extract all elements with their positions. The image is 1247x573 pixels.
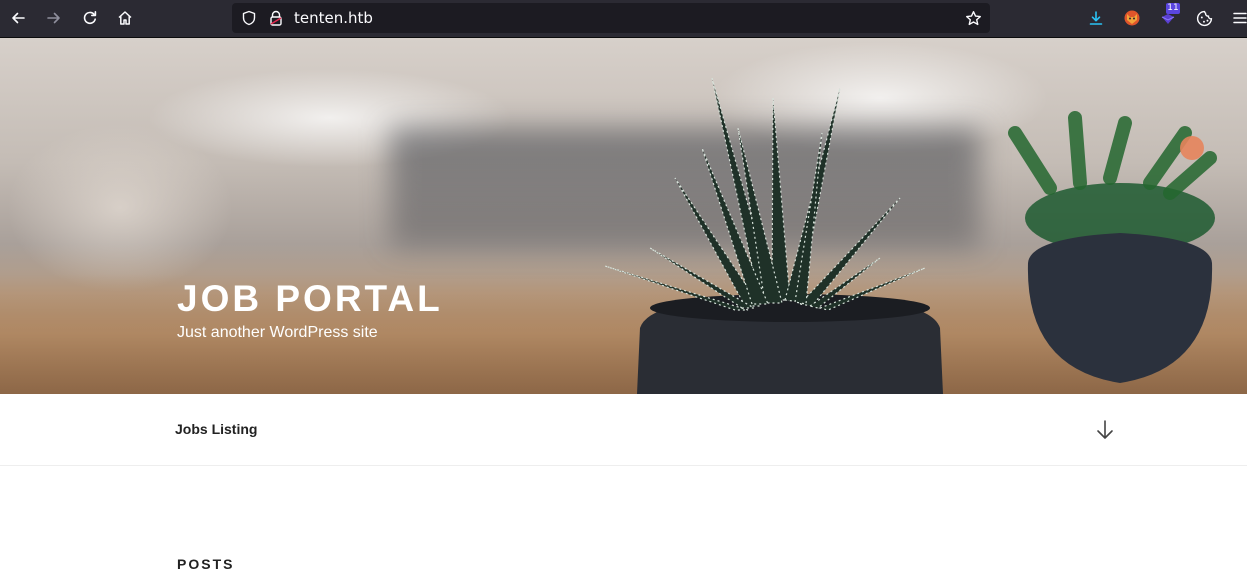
home-icon — [118, 11, 132, 25]
posts-section-title: POSTS — [177, 556, 235, 572]
header-hero-image: JOB PORTAL Just another WordPress site — [0, 38, 1247, 394]
reload-icon — [83, 11, 97, 25]
site-description: Just another WordPress site — [177, 324, 378, 341]
app-menu-button[interactable] — [1226, 5, 1247, 31]
forward-icon — [47, 12, 60, 24]
site-navigation: Jobs Listing — [0, 394, 1247, 466]
extension-fox-button[interactable] — [1118, 5, 1146, 31]
url-bar[interactable]: tenten.htb — [232, 3, 990, 33]
forward-button[interactable] — [40, 5, 68, 31]
lock-icon[interactable] — [268, 10, 284, 26]
back-button[interactable] — [4, 5, 32, 31]
reload-button[interactable] — [76, 5, 104, 31]
cookie-extension-button[interactable] — [1190, 5, 1218, 31]
extension-fox-icon — [1124, 10, 1140, 26]
browser-toolbar: tenten.htb 11 — [0, 0, 1247, 38]
nav-item-jobs-listing[interactable]: Jobs Listing — [175, 421, 257, 437]
menu-icon — [1233, 12, 1247, 24]
arrow-down-icon — [1097, 420, 1113, 439]
cookie-icon — [1196, 10, 1212, 26]
extension-badge: 11 — [1166, 3, 1180, 14]
home-button[interactable] — [111, 5, 139, 31]
url-text[interactable]: tenten.htb — [294, 3, 373, 33]
downloads-button[interactable] — [1082, 5, 1110, 31]
star-icon[interactable] — [965, 10, 982, 27]
shield-icon[interactable] — [241, 10, 257, 26]
scroll-down-button[interactable] — [1096, 420, 1114, 445]
site-title[interactable]: JOB PORTAL — [177, 278, 443, 320]
back-icon — [12, 12, 25, 24]
download-icon — [1089, 11, 1103, 25]
